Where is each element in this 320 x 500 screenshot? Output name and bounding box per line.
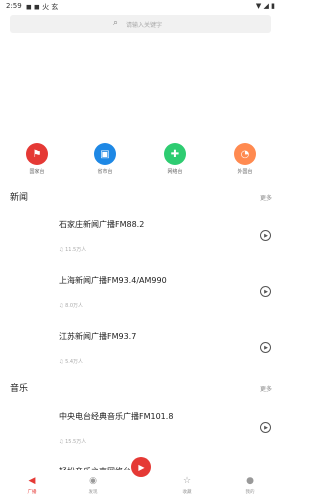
status-time: 2:59 — [6, 2, 22, 10]
play-icon[interactable]: ▶ — [260, 342, 271, 353]
listener-text: 5.4万人 — [65, 359, 84, 365]
tab-label: 广播 — [27, 490, 37, 495]
listener-text: 11.5万人 — [65, 247, 87, 253]
play-icon[interactable]: ▶ — [260, 286, 271, 297]
tab-profile[interactable]: ● 我的 — [235, 476, 265, 495]
music-more-link[interactable]: 更多 — [260, 384, 272, 393]
play-icon[interactable]: ▶ — [260, 422, 271, 433]
category-label: 国家台 — [29, 169, 45, 175]
play-icon[interactable]: ▶ — [260, 230, 271, 241]
listener-count: ♫ 8.0万人 — [59, 302, 83, 309]
list-item[interactable]: 江苏新闻广播FM93.7 ♫ 5.4万人 ▶ — [0, 331, 281, 387]
listener-count: ♫ 15.5万人 — [59, 438, 86, 445]
user-icon: ● — [246, 476, 254, 486]
list-item[interactable]: 上海新闻广播FM93.4/AM990 ♫ 8.0万人 ▶ — [0, 275, 281, 331]
headphones-icon: ♫ — [59, 247, 64, 253]
listener-text: 8.0万人 — [65, 303, 84, 309]
section-title-news: 新闻 — [10, 193, 29, 203]
tab-favorites[interactable]: ☆ 收藏 — [172, 476, 202, 495]
category-provincial[interactable]: ▣ 省市台 — [85, 143, 125, 175]
station-title: 中央电台经典音乐广播FM101.8 — [59, 412, 174, 421]
category-label: 省市台 — [97, 169, 113, 175]
megaphone-icon: ◀ — [28, 476, 36, 486]
news-more-link[interactable]: 更多 — [260, 193, 272, 202]
tab-radio[interactable]: ◀ 广播 — [17, 476, 47, 495]
tab-label: 我的 — [245, 490, 255, 495]
book-icon: ▣ — [94, 143, 116, 165]
status-bar: 2:59 ◼ ◼ ⽕ ⽞ ▼ ◢ ▮ — [0, 0, 281, 14]
flag-icon: ⚑ — [26, 143, 48, 165]
category-national[interactable]: ⚑ 国家台 — [17, 143, 57, 175]
category-label: 外国台 — [237, 169, 253, 175]
search-bar[interactable]: ⌕ 请输入关键字 — [10, 15, 271, 33]
wifi-icon: ▼ — [255, 2, 262, 10]
gift-icon: ✚ — [164, 143, 186, 165]
tab-discover[interactable]: ◉ 发现 — [78, 476, 108, 495]
notification-icons: ◼ ◼ ⽕ ⽞ — [26, 3, 59, 11]
headphones-icon: ♫ — [59, 303, 64, 309]
station-title: 石家庄新闻广播FM88.2 — [59, 220, 145, 229]
category-foreign[interactable]: ◔ 外国台 — [225, 143, 265, 175]
category-label: 网络台 — [167, 169, 183, 175]
signal-icon: ◢ — [263, 2, 269, 10]
listener-text: 15.5万人 — [65, 439, 87, 445]
globe-icon: ◔ — [234, 143, 256, 165]
search-placeholder: 请输入关键字 — [126, 22, 163, 29]
headphones-icon: ♫ — [59, 439, 64, 445]
search-icon: ⌕ — [113, 18, 119, 28]
system-icons: ▼ ◢ ▮ — [256, 2, 275, 10]
listener-count: ♫ 11.5万人 — [59, 246, 86, 253]
star-icon: ☆ — [182, 476, 192, 486]
section-title-music: 音乐 — [10, 384, 29, 394]
tab-label: 收藏 — [182, 490, 192, 495]
headphones-icon: ♫ — [59, 359, 64, 365]
station-title: 江苏新闻广播FM93.7 — [59, 332, 137, 341]
compass-icon: ◉ — [89, 476, 97, 486]
list-item[interactable]: 石家庄新闻广播FM88.2 ♫ 11.5万人 ▶ — [0, 219, 281, 275]
tab-label: 发现 — [88, 490, 98, 495]
category-network[interactable]: ✚ 网络台 — [155, 143, 195, 175]
station-title: 上海新闻广播FM93.4/AM990 — [59, 276, 167, 285]
battery-icon: ▮ — [271, 2, 275, 10]
center-play-button[interactable]: ▶ — [131, 457, 151, 477]
listener-count: ♫ 5.4万人 — [59, 358, 83, 365]
